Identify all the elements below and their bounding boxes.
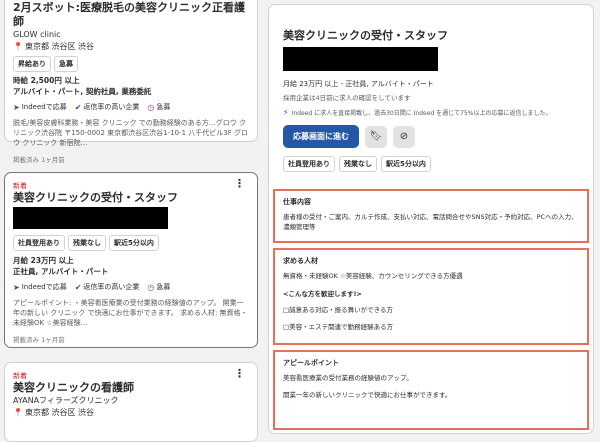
salary: 時給 2,500円 以上 (13, 76, 80, 85)
response-note: ⚡ Indeed に求人を直接掲載し、過去30日間に Indeed を通じて75… (283, 108, 552, 117)
job-title[interactable]: 2月スボット:医療脱毛の美容クリニック正看護師 (13, 1, 249, 29)
more-options-icon[interactable]: ⋮ (234, 178, 245, 189)
location: 📍 東京都 渋谷区 渋谷 (13, 407, 249, 419)
section-title: アピールポイント (283, 359, 339, 367)
section-title: 仕事内容 (283, 198, 311, 206)
job-type: アルバイト・パート, 契約社員, 業務委託 (13, 87, 152, 96)
send-icon: ➤ (13, 282, 20, 292)
apply-button[interactable]: 応募画面に進む (283, 125, 359, 148)
requirement-item: □誠意ある対応・振る舞いができる方 (283, 306, 394, 314)
posted-date: 掲載済み 1ヶ月前 (13, 336, 65, 344)
speech-bubble-icon: ✔ (74, 102, 82, 112)
detail-salary: 月給 23万円 以上 - 正社員, アルバイト・パート (283, 80, 434, 88)
section-text: 美容看医療業の受付業務の経験値のアップ。 (283, 374, 413, 382)
company-name: GLOW clinic (13, 30, 61, 39)
tag: 残業なし (339, 156, 377, 172)
speech-bubble-icon: ✔ (74, 282, 82, 292)
section-title: 求める人材 (283, 257, 318, 265)
job-title[interactable]: 美容クリニックの看護師 (13, 381, 249, 395)
clock-icon: ◷ (147, 282, 155, 292)
tag: 社員登用あり (13, 235, 65, 251)
posted-date: 掲載済み 1ヶ月前 (13, 156, 65, 164)
tag: 社員登用あり (283, 156, 335, 172)
not-interested-button[interactable]: ⊘ (393, 125, 415, 148)
send-icon: ➤ (13, 102, 20, 112)
job-detail-panel: 美容クリニックの受付・スタッフ 月給 23万円 以上 - 正社員, アルバイト・… (268, 4, 594, 434)
welcome-heading: <こんな方を歓迎します!> (283, 290, 362, 298)
block-icon: ⊘ (399, 131, 409, 142)
location-pin-icon: 📍 (13, 42, 23, 51)
section-job-description: 仕事内容 患者様の受付・ご案内、カルテ作成、支払い対応、電話問合せやSNS対応・… (273, 189, 589, 243)
job-list: 2月スボット:医療脱毛の美容クリニック正看護師 GLOW clinic 📍 東京… (0, 0, 262, 442)
location-text: 東京都 渋谷区 渋谷 (24, 408, 95, 417)
tag: 昇給あり (13, 56, 51, 72)
meta-row: ➤ Indeedで応募 ✔ 返信率の高い企業 ◷ 急募 (13, 102, 249, 112)
section-text: 無資格・未経験OK ☆美容経験、カウンセリングできる方優遇 (283, 272, 463, 280)
clock-icon: ◷ (147, 102, 155, 112)
meta-row: ➤ Indeedで応募 ✔ 返信率の高い企業 ◷ 急募 (13, 282, 249, 292)
detail-tag-list: 社員登用あり 残業なし 駅近5分以内 (283, 156, 579, 172)
job-snippet: アピールポイント: ・美容看医療業の受付業務の経験値のアップ。 開業一年の新しい… (13, 299, 248, 327)
tag: 駅近5分以内 (381, 156, 431, 172)
tag-list: 社員登用あり 残業なし 駅近5分以内 (13, 235, 249, 251)
salary: 月給 23万円 以上 (13, 256, 74, 265)
action-row: 応募画面に進む 🔖︎ ⊘ (283, 125, 579, 148)
job-card-selected[interactable]: ⋮ 新着 美容クリニックの受付・スタッフ 社員登用あり 残業なし 駅近5分以内 … (4, 172, 258, 348)
detail-title: 美容クリニックの受付・スタッフ (283, 29, 448, 42)
location: 📍 東京都 渋谷区 渋谷 (13, 41, 249, 53)
lightning-icon: ⚡ (283, 108, 289, 117)
location-text: 東京都 渋谷区 渋谷 (24, 42, 95, 51)
apply-meta: ➤ Indeedで応募 (13, 102, 67, 112)
bookmark-icon: 🔖︎ (369, 131, 383, 142)
job-title[interactable]: 美容クリニックの受付・スタッフ (13, 191, 249, 205)
job-type: 正社員, アルバイト・パート (13, 267, 109, 276)
response-meta: ✔ 返信率の高い企業 (74, 102, 140, 112)
new-badge: 新着 (13, 182, 27, 190)
redacted-company (283, 47, 438, 71)
response-meta: ✔ 返信率の高い企業 (74, 282, 140, 292)
requirement-item: □美容・エステ関連で勤務経験ある方 (283, 323, 394, 331)
urgent-meta: ◷ 急募 (147, 282, 171, 292)
job-card[interactable]: 2月スボット:医療脱毛の美容クリニック正看護師 GLOW clinic 📍 東京… (4, 0, 258, 164)
section-text: 開業一年の新しいクリニックで快適にお仕事ができます。 (283, 391, 452, 399)
tag-list: 昇給あり 急募 (13, 56, 249, 72)
tag: 駅近5分以内 (109, 235, 159, 251)
job-card[interactable]: ⋮ 新着 美容クリニックの看護師 AYANAフィラーズクリニック 📍 東京都 渋… (4, 362, 258, 442)
section-text: 患者様の受付・ご案内、カルテ作成、支払い対応、電話問合せやSNS対応・予約対応、… (283, 213, 578, 231)
bookmark-button[interactable]: 🔖︎ (365, 125, 387, 148)
tag: 残業なし (68, 235, 106, 251)
urgent-meta: ◷ 急募 (147, 102, 171, 112)
more-options-icon[interactable]: ⋮ (234, 368, 245, 379)
job-snippet: 脱毛/美容皮膚科業務・美容 クリニック での勤務経験のある方…グロウ クリニック… (13, 119, 248, 147)
section-appeal-points: アピールポイント 美容看医療業の受付業務の経験値のアップ。 開業一年の新しいクリ… (273, 350, 589, 430)
tag: 急募 (54, 56, 78, 72)
redacted-company (13, 207, 168, 229)
company-name: AYANAフィラーズクリニック (13, 396, 119, 405)
location-pin-icon: 📍 (13, 408, 23, 417)
section-requirements: 求める人材 無資格・未経験OK ☆美容経験、カウンセリングできる方優遇 <こんな… (273, 248, 589, 345)
apply-meta: ➤ Indeedで応募 (13, 282, 67, 292)
employer-check: 採用企業は4日前に求人の確認をしています (283, 94, 411, 102)
new-badge: 新着 (13, 372, 27, 380)
